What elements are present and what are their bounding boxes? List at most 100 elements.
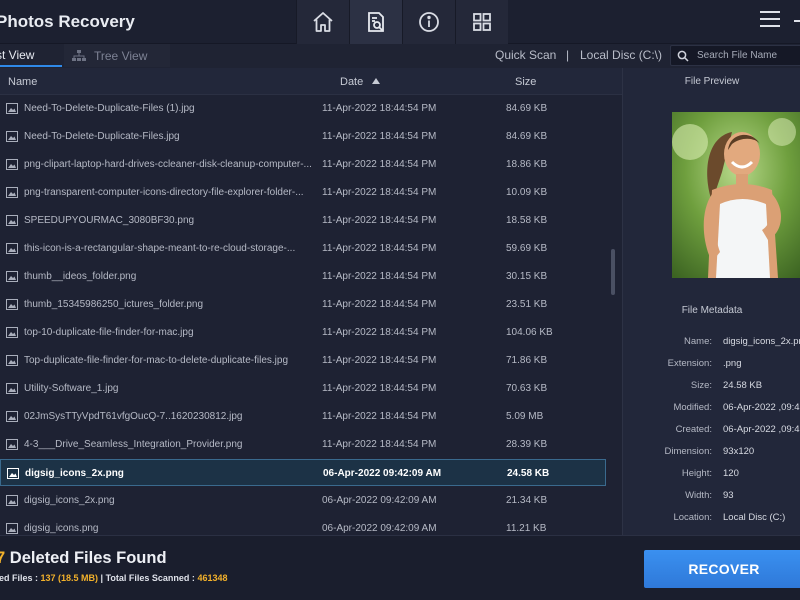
table-row[interactable]: top-10-duplicate-file-finder-for-mac.jpg… bbox=[0, 319, 606, 346]
table-row[interactable]: Top-duplicate-file-finder-for-mac-to-del… bbox=[0, 347, 606, 374]
metadata-value: Local Disc (C:) bbox=[723, 512, 786, 523]
metadata-row: Width: 93 bbox=[623, 490, 800, 504]
tab-tree-view[interactable]: Tree View bbox=[64, 44, 170, 67]
file-preview-heading: File Preview bbox=[684, 76, 740, 87]
scan-results-icon bbox=[368, 12, 384, 32]
file-name: Need-To-Delete-Duplicate-Files.jpg bbox=[24, 131, 180, 142]
column-date-label: Date bbox=[340, 76, 364, 88]
image-file-icon bbox=[6, 131, 18, 142]
metadata-label: Height: bbox=[681, 468, 712, 479]
hamburger-menu-icon[interactable] bbox=[760, 11, 780, 29]
file-date: 11-Apr-2022 18:44:54 PM bbox=[322, 411, 437, 422]
file-size: 28.39 KB bbox=[506, 439, 548, 450]
table-row[interactable]: Utility-Software_1.jpg 11-Apr-2022 18:44:… bbox=[0, 375, 606, 402]
sort-ascending-icon bbox=[372, 78, 381, 84]
minimize-icon[interactable] bbox=[794, 20, 800, 22]
file-date: 11-Apr-2022 18:44:54 PM bbox=[322, 131, 437, 142]
metadata-value: 06-Apr-2022 ,09:4 bbox=[723, 402, 800, 413]
column-size[interactable]: Size bbox=[515, 76, 536, 88]
title-bar: Photos Recovery bbox=[0, 0, 800, 44]
scrollbar-thumb[interactable] bbox=[611, 249, 615, 295]
metadata-row: Size: 24.58 KB bbox=[623, 380, 800, 394]
tab-tree-view-label: Tree View bbox=[94, 48, 148, 63]
nav-grid[interactable] bbox=[455, 0, 508, 44]
column-date[interactable]: Date bbox=[340, 76, 381, 88]
table-row[interactable]: 02JmSysTTyVpdT61vfgOucQ-7..1620230812.jp… bbox=[0, 403, 606, 430]
image-file-icon bbox=[6, 243, 18, 254]
deleted-files-found-label: Deleted Files Found bbox=[9, 549, 167, 567]
metadata-row: Location: Local Disc (C:) bbox=[623, 512, 800, 526]
table-header: Name Date Size bbox=[0, 68, 622, 95]
table-row[interactable]: this-icon-is-a-rectangular-shape-meant-t… bbox=[0, 235, 606, 262]
metadata-row: Dimension: 93x120 bbox=[623, 446, 800, 460]
metadata-row: Name: digsig_icons_2x.pn bbox=[623, 336, 800, 350]
file-size: 21.34 KB bbox=[506, 495, 548, 506]
scan-type: Quick Scan bbox=[495, 48, 557, 62]
image-file-icon bbox=[6, 215, 18, 226]
file-size: 11.21 KB bbox=[506, 523, 547, 534]
table-row[interactable]: SPEEDUPYOURMAC_3080BF30.png 11-Apr-2022 1… bbox=[0, 207, 606, 234]
search-box[interactable] bbox=[670, 45, 800, 66]
table-row[interactable]: png-transparent-computer-icons-directory… bbox=[0, 179, 606, 206]
table-row[interactable]: png-clipart-laptop-hard-drives-ccleaner-… bbox=[0, 151, 606, 178]
metadata-label: Dimension: bbox=[664, 446, 712, 457]
metadata-value: digsig_icons_2x.pn bbox=[723, 336, 800, 347]
nav-home[interactable] bbox=[296, 0, 349, 44]
table-row[interactable]: Need-To-Delete-Duplicate-Files.jpg 11-Apr… bbox=[0, 123, 606, 150]
file-date: 11-Apr-2022 18:44:54 PM bbox=[322, 439, 437, 450]
image-file-icon bbox=[6, 439, 18, 450]
metadata-label: Size: bbox=[690, 380, 712, 391]
table-row[interactable]: 4-3___Drive_Seamless_Integration_Provide… bbox=[0, 431, 606, 458]
nav-scan-results[interactable] bbox=[349, 0, 402, 44]
file-date: 11-Apr-2022 18:44:54 PM bbox=[322, 327, 437, 338]
image-file-icon bbox=[6, 299, 18, 310]
file-name: Utility-Software_1.jpg bbox=[24, 383, 119, 394]
scan-stats: ted Files : 137 (18.5 MB) | Total Files … bbox=[0, 573, 227, 583]
file-date: 11-Apr-2022 18:44:54 PM bbox=[322, 103, 437, 114]
file-size: 30.15 KB bbox=[506, 271, 548, 282]
nav-info[interactable] bbox=[402, 0, 455, 44]
file-name: this-icon-is-a-rectangular-shape-meant-t… bbox=[24, 243, 296, 254]
scan-location: Local Disc (C:\) bbox=[580, 48, 663, 62]
table-row[interactable]: thumb__ideos_folder.png 11-Apr-2022 18:44… bbox=[0, 263, 606, 290]
image-file-icon bbox=[6, 523, 18, 534]
table-row[interactable]: digsig_icons.png 06-Apr-2022 09:42:09 AM 1… bbox=[0, 515, 606, 535]
metadata-value: 93 bbox=[723, 490, 734, 501]
home-icon bbox=[313, 12, 333, 32]
metadata-value: 24.58 KB bbox=[723, 380, 763, 391]
file-name: thumb__ideos_folder.png bbox=[24, 271, 137, 282]
table-row[interactable]: Need-To-Delete-Duplicate-Files (1).jpg 11… bbox=[0, 95, 606, 122]
metadata-label: Location: bbox=[673, 512, 712, 523]
column-name[interactable]: Name bbox=[8, 76, 37, 88]
file-size: 70.63 KB bbox=[506, 383, 548, 394]
metadata-label: Created: bbox=[675, 424, 712, 435]
table-row[interactable]: thumb_15345986250_ictures_folder.png 11-A… bbox=[0, 291, 606, 318]
metadata-label: Modified: bbox=[673, 402, 712, 413]
file-size: 84.69 KB bbox=[506, 103, 548, 114]
tab-list-view[interactable]: st View bbox=[0, 44, 62, 67]
image-file-icon bbox=[6, 495, 18, 506]
file-date: 06-Apr-2022 09:42:09 AM bbox=[322, 523, 437, 534]
file-list: Need-To-Delete-Duplicate-Files (1).jpg 11… bbox=[0, 95, 606, 535]
metadata-row: Extension: .png bbox=[623, 358, 800, 372]
side-panel: File Preview File Metadata Name: digsig_i… bbox=[622, 68, 800, 535]
image-file-icon bbox=[6, 187, 18, 198]
metadata-value: 93x120 bbox=[723, 446, 755, 457]
file-date: 11-Apr-2022 18:44:54 PM bbox=[322, 187, 437, 198]
deleted-files-label: ted Files : bbox=[0, 573, 41, 583]
file-size: 10.09 KB bbox=[506, 187, 548, 198]
table-row[interactable]: digsig_icons_2x.png 06-Apr-2022 09:42:09 … bbox=[0, 459, 606, 486]
deleted-files-value: 137 (18.5 MB) bbox=[40, 573, 99, 583]
file-size: 71.86 KB bbox=[506, 355, 548, 366]
file-name: png-transparent-computer-icons-directory… bbox=[24, 187, 304, 198]
table-row[interactable]: digsig_icons_2x.png 06-Apr-2022 09:42:09 … bbox=[0, 487, 606, 514]
image-file-icon bbox=[6, 103, 18, 114]
file-list-scrollbar[interactable] bbox=[609, 95, 617, 535]
search-input[interactable] bbox=[697, 50, 797, 61]
file-size: 23.51 KB bbox=[506, 299, 548, 310]
total-scanned-label: Total Files Scanned : bbox=[105, 573, 198, 583]
total-scanned-value: 461348 bbox=[197, 573, 228, 583]
metadata-label: Name: bbox=[684, 336, 712, 347]
file-metadata-heading: File Metadata bbox=[681, 305, 743, 316]
recover-button[interactable]: RECOVER bbox=[644, 550, 800, 588]
